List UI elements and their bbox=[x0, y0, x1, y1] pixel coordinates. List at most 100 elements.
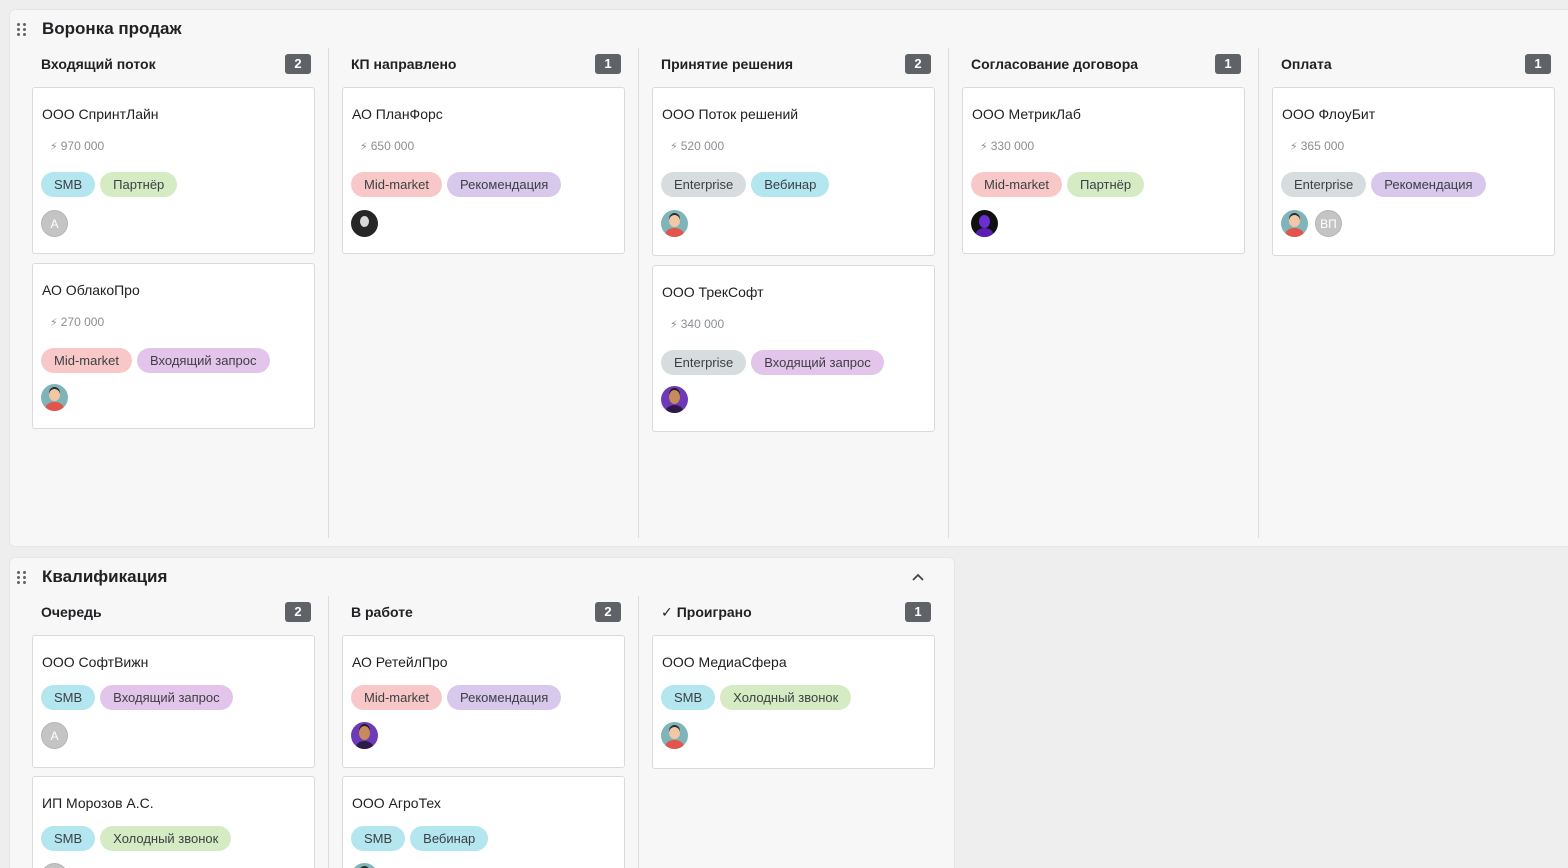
tag-chip[interactable]: Входящий запрос bbox=[137, 348, 270, 373]
column-contract: Согласование договора 1 ООО МетрикЛаб ⚡ 3… bbox=[940, 48, 1250, 546]
tag-chip[interactable]: Холодный звонок bbox=[100, 826, 232, 851]
tag-list: Mid-market Рекомендация bbox=[351, 172, 562, 197]
deal-amount: ⚡ 970 000 bbox=[50, 139, 104, 153]
deal-name: ООО МетрикЛаб bbox=[972, 106, 1081, 122]
tag-chip[interactable]: Enterprise bbox=[661, 172, 747, 197]
column-header: Принятие решения 2 bbox=[652, 53, 935, 77]
tag-list: SMB Входящий запрос bbox=[41, 685, 233, 710]
avatar[interactable] bbox=[661, 386, 688, 413]
avatar[interactable] bbox=[351, 863, 378, 868]
column-header: Оплата 1 bbox=[1272, 53, 1555, 77]
tag-list: SMB Холодный звонок bbox=[41, 826, 232, 851]
deal-name: АО ПланФорс bbox=[352, 106, 443, 122]
deal-card[interactable]: АО ПланФорс ⚡ 650 000 Mid-market Рекоменд… bbox=[342, 87, 625, 254]
deal-card[interactable]: ИП Морозов А.С. SMB Холодный звонок bbox=[32, 776, 315, 868]
deal-card[interactable]: ООО ТрекСофт ⚡ 340 000 Enterprise Входящи… bbox=[652, 265, 935, 432]
deal-name: ООО СофтВижн bbox=[42, 654, 149, 670]
column-queue: Очередь 2 ООО СофтВижн SMB Входящий запр… bbox=[10, 596, 320, 868]
deal-card[interactable]: ООО СпринтЛайн ⚡ 970 000 SMB Партнёр A bbox=[32, 87, 315, 254]
column-in-progress: В работе 2 АО РетейлПро Mid-market Реком… bbox=[320, 596, 630, 868]
chevron-up-icon[interactable] bbox=[909, 568, 927, 586]
assignee-list bbox=[351, 863, 378, 868]
avatar[interactable] bbox=[351, 210, 378, 237]
avatar[interactable] bbox=[1281, 210, 1308, 237]
tag-chip[interactable]: Mid-market bbox=[971, 172, 1063, 197]
column-count-badge: 1 bbox=[1525, 54, 1551, 74]
tag-chip[interactable]: Входящий запрос bbox=[100, 685, 233, 710]
column-count-badge: 2 bbox=[285, 54, 311, 74]
drag-handle-icon[interactable] bbox=[17, 571, 27, 585]
avatar[interactable] bbox=[661, 210, 688, 237]
column-title: Входящий поток bbox=[41, 56, 156, 72]
board-qualification: Квалификация Очередь 2 ООО СофтВижн SMB … bbox=[9, 557, 955, 868]
avatar[interactable] bbox=[971, 210, 998, 237]
tag-list: Enterprise Вебинар bbox=[661, 172, 830, 197]
deal-card[interactable]: ООО МетрикЛаб ⚡ 330 000 Mid-market Партнё… bbox=[962, 87, 1245, 254]
tag-chip[interactable]: Партнёр bbox=[100, 172, 178, 197]
tag-chip[interactable]: SMB bbox=[41, 826, 96, 851]
tag-chip[interactable]: Вебинар bbox=[751, 172, 830, 197]
avatar[interactable]: A bbox=[41, 722, 68, 749]
deal-name: ИП Морозов А.С. bbox=[42, 795, 154, 811]
tag-chip[interactable]: Рекомендация bbox=[447, 172, 562, 197]
deal-card[interactable]: ООО СофтВижн SMB Входящий запрос A bbox=[32, 635, 315, 768]
bolt-icon: ⚡ bbox=[670, 319, 678, 331]
tag-chip[interactable]: Рекомендация bbox=[447, 685, 562, 710]
column-header: ✓ Проиграно 1 bbox=[652, 601, 935, 625]
bolt-icon: ⚡ bbox=[980, 141, 988, 153]
column-decision: Принятие решения 2 ООО Поток решений ⚡ 52… bbox=[630, 48, 940, 546]
check-icon: ✓ bbox=[661, 604, 673, 620]
avatar[interactable] bbox=[661, 722, 688, 749]
tag-chip[interactable]: Mid-market bbox=[351, 172, 443, 197]
deal-card[interactable]: АО ОблакоПро ⚡ 270 000 Mid-market Входящи… bbox=[32, 263, 315, 429]
avatar[interactable] bbox=[351, 722, 378, 749]
tag-chip[interactable]: SMB bbox=[661, 685, 716, 710]
tag-chip[interactable]: Партнёр bbox=[1067, 172, 1145, 197]
tag-chip[interactable]: Холодный звонок bbox=[720, 685, 852, 710]
drag-handle-icon[interactable] bbox=[17, 23, 27, 37]
board-header: Воронка продаж bbox=[10, 10, 1568, 48]
bolt-icon: ⚡ bbox=[50, 141, 58, 153]
deal-card[interactable]: ООО ФлоуБит ⚡ 365 000 Enterprise Рекоменд… bbox=[1272, 87, 1555, 256]
column-header: КП направлено 1 bbox=[342, 53, 625, 77]
column-proposal-sent: КП направлено 1 АО ПланФорс ⚡ 650 000 Mid… bbox=[320, 48, 630, 546]
deal-card[interactable]: АО РетейлПро Mid-market Рекомендация bbox=[342, 635, 625, 768]
deal-card[interactable]: ООО АгроТех SMB Вебинар bbox=[342, 776, 625, 868]
column-header: В работе 2 bbox=[342, 601, 625, 625]
bolt-icon: ⚡ bbox=[670, 141, 678, 153]
tag-chip[interactable]: SMB bbox=[351, 826, 406, 851]
avatar[interactable] bbox=[41, 863, 68, 868]
avatar[interactable]: ВП bbox=[1315, 210, 1342, 237]
deal-amount: ⚡ 650 000 bbox=[360, 139, 414, 153]
tag-chip[interactable]: SMB bbox=[41, 172, 96, 197]
amount-value: 970 000 bbox=[60, 139, 105, 153]
tag-chip[interactable]: Вебинар bbox=[410, 826, 489, 851]
deal-card[interactable]: ООО МедиаСфера SMB Холодный звонок bbox=[652, 635, 935, 769]
deal-name: ООО ТрекСофт bbox=[662, 284, 764, 300]
assignee-list bbox=[661, 722, 688, 749]
tag-chip[interactable]: Рекомендация bbox=[1371, 172, 1486, 197]
tag-list: Enterprise Входящий запрос bbox=[661, 350, 884, 375]
tag-chip[interactable]: SMB bbox=[41, 685, 96, 710]
column-title: Принятие решения bbox=[661, 56, 794, 72]
tag-chip[interactable]: Enterprise bbox=[661, 350, 747, 375]
assignee-list bbox=[661, 210, 688, 237]
column-count-badge: 2 bbox=[595, 602, 621, 622]
avatar[interactable]: A bbox=[41, 210, 68, 237]
tag-chip[interactable]: Enterprise bbox=[1281, 172, 1367, 197]
tag-list: SMB Партнёр bbox=[41, 172, 178, 197]
tag-chip[interactable]: Входящий запрос bbox=[751, 350, 884, 375]
column-title: Согласование договора bbox=[971, 56, 1139, 72]
bolt-icon: ⚡ bbox=[50, 317, 58, 329]
bolt-icon: ⚡ bbox=[1290, 141, 1298, 153]
board-title: Воронка продаж bbox=[42, 19, 182, 38]
avatar[interactable] bbox=[41, 384, 68, 411]
tag-list: Mid-market Партнёр bbox=[971, 172, 1145, 197]
column-title-text: Проиграно bbox=[676, 604, 752, 620]
deal-card[interactable]: ООО Поток решений ⚡ 520 000 Enterprise Ве… bbox=[652, 87, 935, 256]
tag-chip[interactable]: Mid-market bbox=[351, 685, 443, 710]
assignee-list: A bbox=[41, 210, 68, 237]
tag-chip[interactable]: Mid-market bbox=[41, 348, 133, 373]
amount-value: 520 000 bbox=[680, 139, 725, 153]
column-lost: ✓ Проиграно 1 ООО МедиаСфера SMB Холодный… bbox=[630, 596, 940, 868]
